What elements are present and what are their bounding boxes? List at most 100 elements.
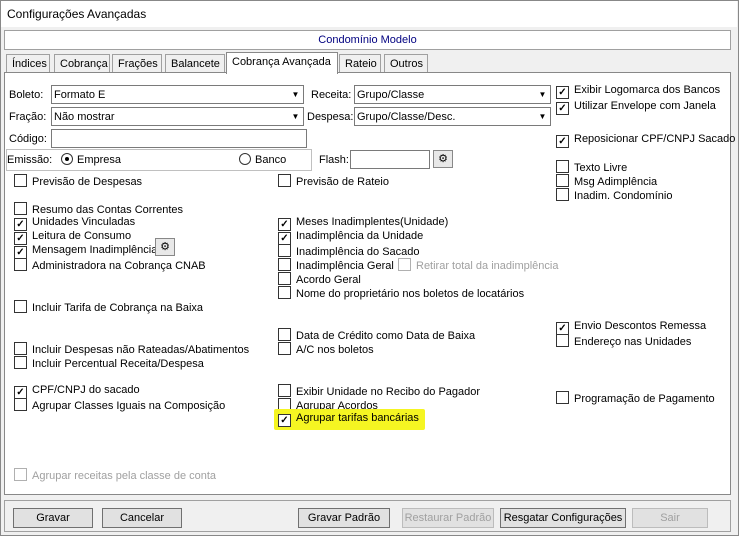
check-previsao-despesas[interactable]: Previsão de Despesas [14, 174, 142, 189]
check-label: Texto Livre [574, 162, 628, 174]
tab-balancete[interactable]: Balancete [165, 54, 225, 73]
fracao-select[interactable]: Não mostrar ▼ [51, 107, 304, 126]
check-incluir-despesas[interactable]: Incluir Despesas não Rateadas/Abatimento… [14, 342, 249, 357]
check-inadimplencia-geral[interactable]: Inadimplência Geral [278, 258, 394, 273]
tab-cobranca[interactable]: Cobrança [54, 54, 110, 73]
sair-button[interactable]: Sair [632, 508, 708, 528]
checkbox-unchecked [556, 188, 569, 201]
check-nome-proprietario[interactable]: Nome do proprietário nos boletos de loca… [278, 286, 524, 301]
checkbox-unchecked [14, 174, 27, 187]
check-agrupar-classes[interactable]: Agrupar Classes Iguais na Composição [14, 398, 225, 413]
checkbox-unchecked [278, 258, 291, 271]
check-label: Agrupar receitas pela classe de conta [32, 470, 217, 482]
fracao-value: Não mostrar [54, 111, 115, 123]
check-label: Endereço nas Unidades [574, 336, 692, 348]
check-inadimplencia-sacado[interactable]: Inadimplência do Sacado [278, 244, 420, 259]
check-msg-adimplencia[interactable]: Msg Adimplência [556, 174, 657, 189]
chevron-down-icon: ▼ [288, 86, 303, 103]
chevron-down-icon: ▼ [535, 86, 550, 103]
check-meses-inadimplentes[interactable]: ✓ Meses Inadimplentes(Unidade) [278, 216, 448, 231]
flash-label: Flash: [319, 154, 349, 166]
tab-rateio[interactable]: Rateio [339, 54, 381, 73]
check-retirar-total[interactable]: Retirar total da inadimplência [398, 258, 558, 273]
boleto-value: Formato E [54, 89, 106, 101]
checkbox-unchecked [556, 334, 569, 347]
check-label: CPF/CNPJ do sacado [32, 384, 140, 396]
check-label: Programação de Pagamento [574, 393, 715, 405]
check-leitura-consumo[interactable]: ✓ Leitura de Consumo [14, 230, 131, 245]
checkbox-unchecked [278, 174, 291, 187]
mensagem-config-button[interactable]: ⚙ [155, 238, 175, 256]
tab-outros[interactable]: Outros [384, 54, 428, 73]
receita-select[interactable]: Grupo/Classe ▼ [354, 85, 551, 104]
boleto-select[interactable]: Formato E ▼ [51, 85, 304, 104]
gravar-padrao-button[interactable]: Gravar Padrão [298, 508, 390, 528]
flash-input[interactable] [350, 150, 430, 169]
check-envio-descontos[interactable]: ✓ Envio Descontos Remessa [556, 320, 706, 335]
resgatar-config-button[interactable]: Resgatar Configurações [500, 508, 626, 528]
check-label: Agrupar Classes Iguais na Composição [32, 400, 226, 412]
checkbox-unchecked [14, 342, 27, 355]
tab-cobranca-avancada[interactable]: Cobrança Avançada [226, 52, 338, 74]
tab-indices[interactable]: Índices [6, 54, 50, 73]
check-label: Unidades Vinculadas [32, 216, 136, 228]
checkbox-unchecked [278, 328, 291, 341]
settings-icon: ⚙ [438, 153, 448, 165]
check-label: A/C nos boletos [296, 344, 374, 356]
checkbox-unchecked [14, 356, 27, 369]
codigo-label: Código: [9, 133, 47, 145]
check-label: Data de Crédito como Data de Baixa [296, 330, 476, 342]
restaurar-padrao-button[interactable]: Restaurar Padrão [402, 508, 494, 528]
check-inadimplencia-unidade[interactable]: ✓ Inadimplência da Unidade [278, 230, 423, 245]
check-label: Incluir Percentual Receita/Despesa [32, 358, 204, 370]
check-label: Administradora na Cobrança CNAB [32, 260, 206, 272]
check-acordo-geral[interactable]: Acordo Geral [278, 272, 361, 287]
check-cpf-cnpj-sacado[interactable]: ✓ CPF/CNPJ do sacado [14, 384, 140, 399]
codigo-input[interactable] [51, 129, 307, 148]
check-label: Resumo das Contas Correntes [32, 204, 184, 216]
title-bar: Configurações Avançadas [1, 1, 737, 27]
checkbox-unchecked [14, 398, 27, 411]
radio-banco-label: Banco [255, 154, 287, 166]
check-administradora-cnab[interactable]: Administradora na Cobrança CNAB [14, 258, 206, 273]
checkbox-unchecked [278, 342, 291, 355]
boleto-label: Boleto: [9, 89, 44, 101]
check-exibir-logomarca[interactable]: ✓ Exibir Logomarca dos Bancos [556, 84, 720, 99]
check-agrupar-receitas[interactable]: Agrupar receitas pela classe de conta [14, 468, 216, 483]
check-label: Retirar total da inadimplência [416, 260, 559, 272]
check-agrupar-tarifas[interactable]: ✓ Agrupar tarifas bancárias [274, 409, 425, 430]
check-data-credito[interactable]: Data de Crédito como Data de Baixa [278, 328, 475, 343]
flash-browse-button[interactable]: ⚙ [433, 150, 453, 168]
gravar-button[interactable]: Gravar [13, 508, 93, 528]
despesa-value: Grupo/Classe/Desc. [357, 111, 456, 123]
check-label: Meses Inadimplentes(Unidade) [296, 216, 449, 228]
chevron-down-icon: ▼ [288, 108, 303, 125]
check-mensagem-inadimplencia[interactable]: ✓ Mensagem Inadimplência [14, 244, 157, 259]
check-incluir-tarifa[interactable]: Incluir Tarifa de Cobrança na Baixa [14, 300, 203, 315]
check-texto-livre[interactable]: Texto Livre [556, 160, 627, 175]
checkbox-unchecked [398, 258, 411, 271]
check-utilizar-envelope[interactable]: ✓ Utilizar Envelope com Janela [556, 100, 716, 115]
check-programacao-pagamento[interactable]: Programação de Pagamento [556, 391, 715, 406]
check-inadim-condominio[interactable]: Inadim. Condomínio [556, 188, 672, 203]
checkbox-unchecked [278, 272, 291, 285]
checkbox-unchecked [14, 258, 27, 271]
check-previsao-rateio[interactable]: Previsão de Rateio [278, 174, 389, 189]
checkbox-unchecked [556, 174, 569, 187]
check-resumo-contas[interactable]: Resumo das Contas Correntes [14, 202, 183, 217]
radio-banco[interactable]: Banco [239, 153, 286, 167]
tab-fracoes[interactable]: Frações [112, 54, 162, 73]
check-ac-boletos[interactable]: A/C nos boletos [278, 342, 374, 357]
radio-empresa-indicator [61, 153, 73, 165]
check-incluir-percentual[interactable]: Incluir Percentual Receita/Despesa [14, 356, 204, 371]
check-reposicionar-cpf[interactable]: ✓ Reposicionar CPF/CNPJ Sacado [556, 133, 735, 148]
radio-empresa[interactable]: Empresa [61, 153, 121, 167]
checkbox-unchecked [14, 202, 27, 215]
check-label: Inadimplência do Sacado [296, 246, 420, 258]
receita-value: Grupo/Classe [357, 89, 425, 101]
check-endereco-unidades[interactable]: Endereço nas Unidades [556, 334, 691, 349]
despesa-select[interactable]: Grupo/Classe/Desc. ▼ [354, 107, 551, 126]
check-exibir-unidade-recibo[interactable]: Exibir Unidade no Recibo do Pagador [278, 384, 480, 399]
check-unidades-vinculadas[interactable]: ✓ Unidades Vinculadas [14, 216, 135, 231]
cancelar-button[interactable]: Cancelar [102, 508, 182, 528]
